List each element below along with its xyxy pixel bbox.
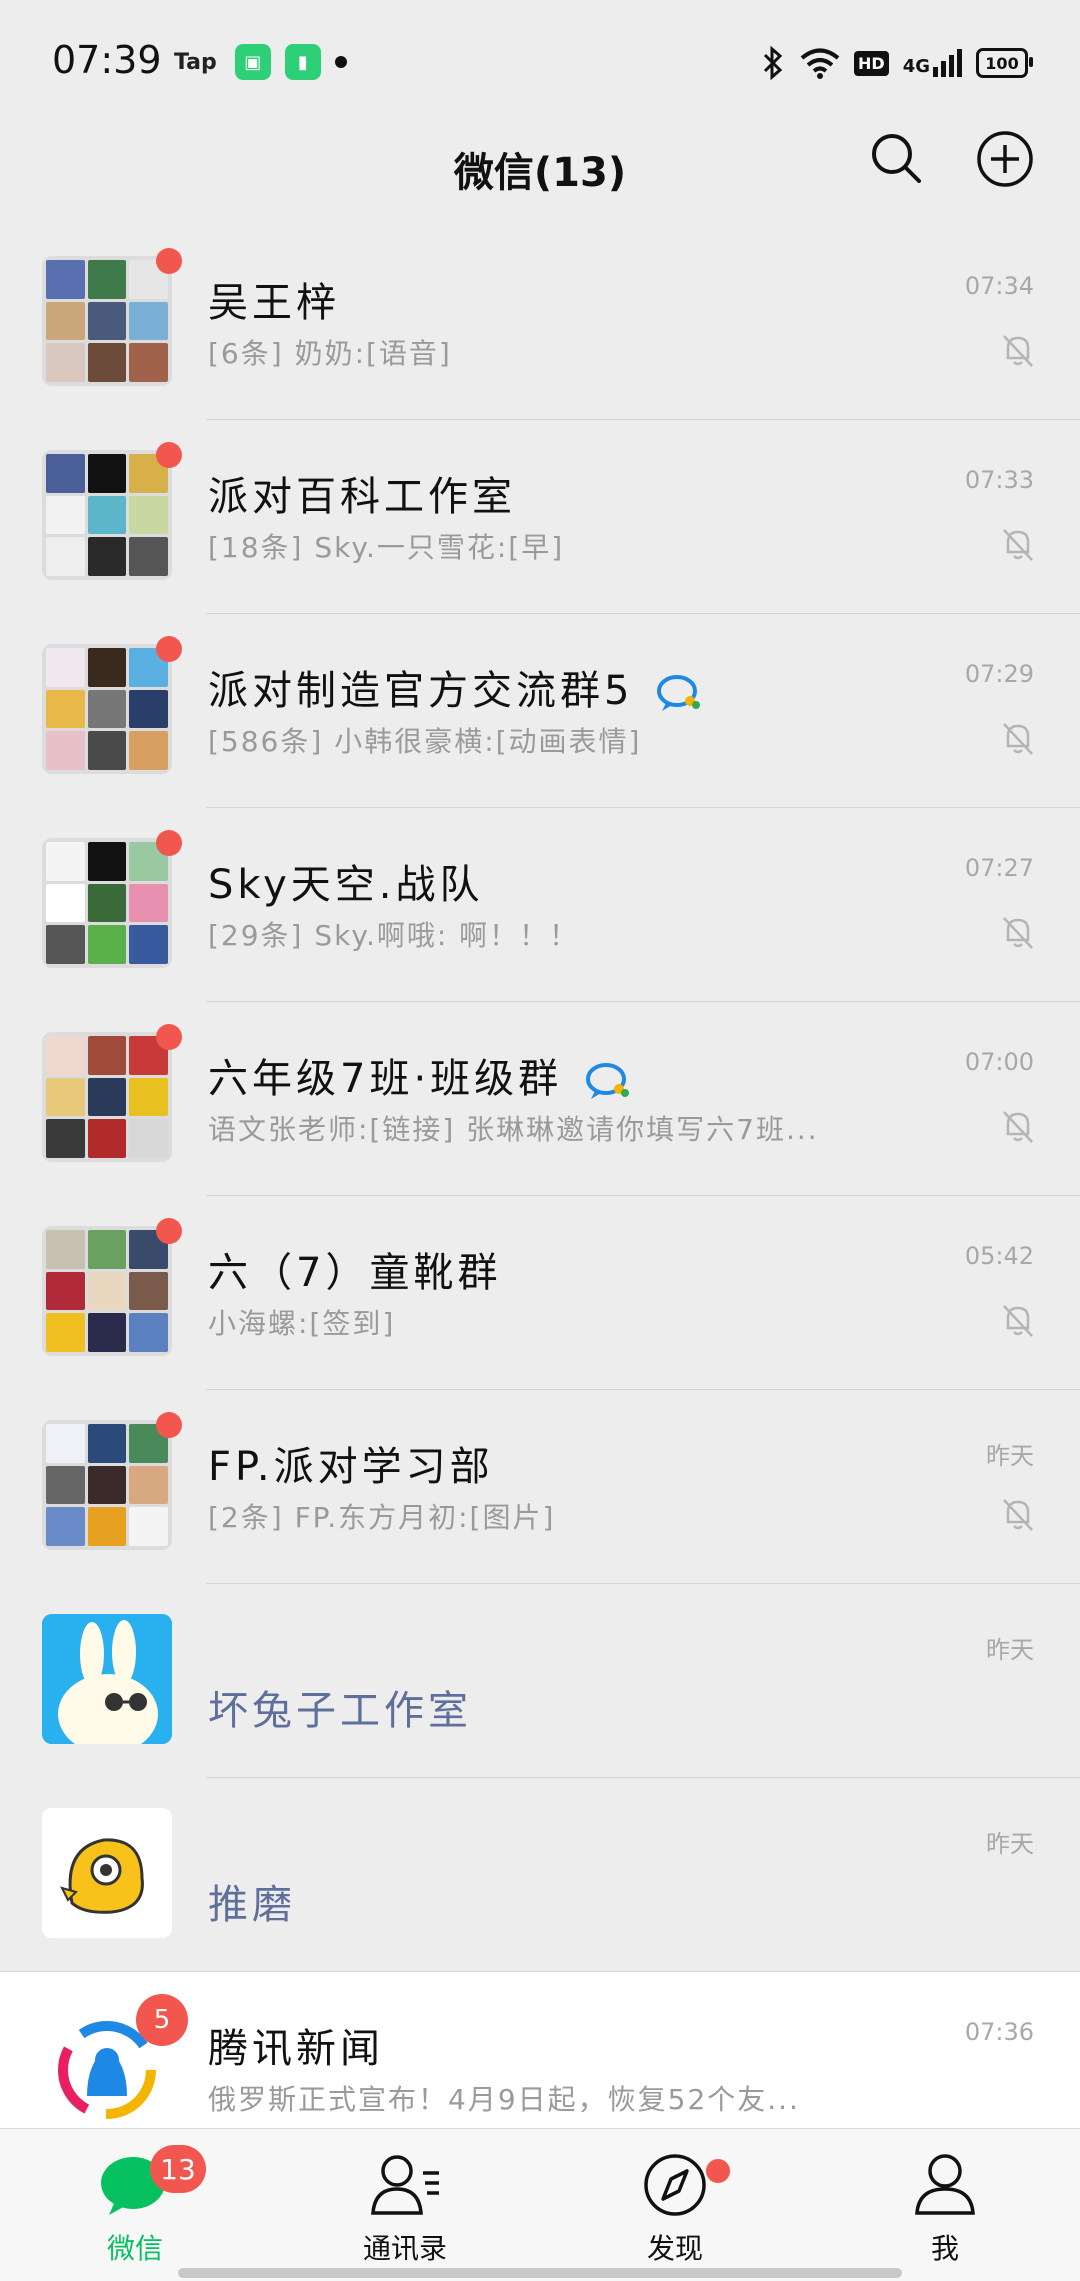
new-content-dot [706,2159,730,2183]
chat-name: 六年级7班·班级群 [208,1056,563,1102]
chat-list: 吴王梓 [6条] 奶奶:[语音] 07:34 派对百科工作室 [18条] Sky… [0,226,1080,2166]
search-icon[interactable] [868,130,924,186]
chat-time: 07:34 [964,272,1034,300]
chat-preview: 语文张老师:[链接] 张琳琳邀请你填写六7班... [208,1113,819,1146]
chat-row[interactable]: Sky天空.战队 [29条] Sky.啊哦: 啊！！！ 07:27 [0,808,1080,1002]
chat-name: 吴王梓 [208,280,340,326]
chat-name: 派对百科工作室 [208,474,516,520]
chat-time: 07:27 [964,854,1034,882]
app-header: 微信(13) [0,128,1080,224]
unread-count-badge: 13 [150,2145,206,2193]
mute-bell-icon [1003,1305,1033,1337]
unread-dot [156,442,182,468]
unread-dot [156,1024,182,1050]
chat-preview: [18条] Sky.一只雪花:[早] [208,531,565,564]
chat-name: Sky天空.战队 [208,862,484,908]
mute-bell-icon [1003,1499,1033,1531]
chat-row[interactable]: 六年级7班·班级群 语文张老师:[链接] 张琳琳邀请你填写六7班... 07:0… [0,1002,1080,1196]
enterprise-group-icon [585,1063,629,1099]
chat-row[interactable]: 推磨 昨天 [0,1778,1080,1972]
bunny-avatar-icon [42,1614,172,1744]
tab-label: 发现 [646,2232,703,2265]
chat-name: FP.派对学习部 [208,1444,494,1490]
group-avatar [42,450,172,580]
chat-preview: [6条] 奶奶:[语音] [208,337,452,370]
battery-icon: 100 [976,48,1033,78]
chat-time: 07:33 [964,466,1034,494]
unread-dot [156,1218,182,1244]
unread-count-badge: 5 [136,1994,188,2046]
chat-time: 昨天 [986,1442,1034,1470]
mute-bell-icon [1003,723,1033,755]
chat-time: 昨天 [986,1636,1034,1664]
chat-preview: 俄罗斯正式宣布！4月9日起，恢复52个友... [208,2083,800,2116]
bottom-tab-bar: 13 微信 通讯录 发现 我 [0,2128,1080,2281]
mute-bell-icon [1003,529,1033,561]
chat-name-wrapper: 六年级7班·班级群 [208,1046,633,1104]
unread-dot [156,830,182,856]
chat-row[interactable]: 派对制造官方交流群5 [586条] 小韩很豪横:[动画表情] 07:29 [0,614,1080,808]
tab-label: 通讯录 [362,2232,447,2265]
tap-app-icon: Tap [174,49,217,75]
tab-label: 微信 [106,2232,163,2265]
tab-discover[interactable]: 发现 [540,2129,810,2281]
tab-contacts[interactable]: 通讯录 [270,2129,540,2281]
notification-icons: Tap ▣ ▮ [174,44,347,80]
chat-row[interactable]: FP.派对学习部 [2条] FP.东方月初:[图片] 昨天 [0,1390,1080,1584]
contacts-icon [371,2155,439,2215]
unread-dot [156,1412,182,1438]
tab-label: 我 [930,2232,959,2265]
tab-me[interactable]: 我 [810,2129,1080,2281]
chat-preview: [2条] FP.东方月初:[图片] [208,1501,556,1534]
compass-icon [644,2154,706,2216]
person-icon [915,2154,975,2215]
group-avatar [42,838,172,968]
tab-chats[interactable]: 13 微信 [0,2129,270,2281]
chat-name: 坏兔子工作室 [208,1688,472,1734]
chat-name: 腾讯新闻 [208,2026,384,2072]
group-avatar [42,1032,172,1162]
chat-name: 六（7）童靴群 [208,1250,502,1296]
mute-bell-icon [1003,1111,1033,1143]
group-avatar [42,256,172,386]
home-indicator[interactable] [178,2268,902,2278]
chat-time: 05:42 [964,1242,1034,1270]
chick-avatar-icon [42,1808,172,1938]
chat-name: 推磨 [208,1882,296,1928]
network-type: 4G [902,56,930,77]
chat-name-wrapper: 派对制造官方交流群5 [208,658,704,716]
mute-bell-icon [1003,335,1033,367]
chat-time: 07:00 [964,1048,1034,1076]
chat-preview: [586条] 小韩很豪横:[动画表情] [208,725,642,758]
more-notifications-icon [334,56,347,68]
chat-row[interactable]: 派对百科工作室 [18条] Sky.一只雪花:[早] 07:33 [0,420,1080,614]
enterprise-group-icon [657,675,701,711]
mute-bell-icon [1003,917,1033,949]
unread-dot [156,636,182,662]
status-bar: 07:39 Tap ▣ ▮ HD 4G 100 [0,0,1080,128]
unread-dot [156,248,182,274]
battery-app-icon: ▮ [284,44,321,80]
group-avatar [42,1226,172,1356]
add-icon[interactable] [976,130,1034,188]
wifi-icon [800,48,840,79]
group-avatar [42,644,172,774]
chat-row[interactable]: 吴王梓 [6条] 奶奶:[语音] 07:34 [0,226,1080,420]
group-avatar [42,1420,172,1550]
chat-name: 派对制造官方交流群5 [208,668,634,714]
chat-row[interactable]: 坏兔子工作室 昨天 [0,1584,1080,1778]
chat-row[interactable]: 六（7）童靴群 小海螺:[签到] 05:42 [0,1196,1080,1390]
hd-icon: HD [854,50,889,76]
status-right-icons: HD 4G 100 [760,46,1033,80]
signal-icon: 4G [903,49,962,77]
chat-time: 07:36 [964,2018,1034,2046]
chat-time: 昨天 [986,1830,1034,1858]
chat-time: 07:29 [964,660,1034,688]
chat-preview: [29条] Sky.啊哦: 啊！！！ [208,919,580,952]
shop-app-icon: ▣ [234,44,271,80]
bluetooth-icon [763,46,783,80]
chat-preview: 小海螺:[签到] [208,1307,396,1340]
status-time: 07:39 [52,38,162,82]
